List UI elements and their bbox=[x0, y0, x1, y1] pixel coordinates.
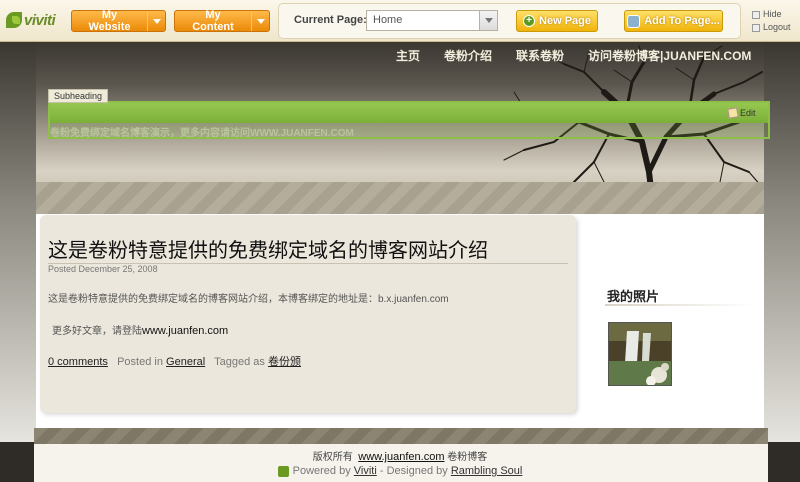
site-tagline: 卷粉免费绑定域名博客演示，更多内容请访问WWW.JUANFEN.COM bbox=[50, 128, 354, 139]
viviti-link[interactable]: Viviti bbox=[354, 465, 377, 477]
main-nav: 主页 卷粉介绍 联系卷粉 访问卷粉博客|JUANFEN.COM bbox=[396, 47, 751, 64]
category-link[interactable]: General bbox=[166, 356, 205, 368]
add-to-page-label: Add To Page... bbox=[644, 15, 720, 27]
hide-link[interactable]: Hide bbox=[752, 8, 791, 21]
comments-link[interactable]: 0 comments bbox=[48, 356, 108, 368]
footer-copyright: 版权所有 www.juanfen.com 卷粉博客 bbox=[0, 448, 800, 463]
leaf-icon bbox=[6, 12, 22, 28]
subheading-tab[interactable]: Subheading bbox=[48, 89, 109, 103]
logo-text: viviti bbox=[24, 11, 56, 29]
my-website-button[interactable]: My Website bbox=[71, 9, 166, 33]
new-page-button[interactable]: + New Page bbox=[516, 10, 598, 32]
edit-label: Edit bbox=[740, 108, 756, 118]
current-page-value: Home bbox=[373, 14, 403, 26]
edit-button[interactable]: Edit bbox=[727, 107, 756, 119]
post-title[interactable]: 这是卷粉特意提供的免费绑定域名的博客网站介绍 bbox=[48, 234, 488, 263]
post-meta: 0 comments Posted in General Tagged as 卷… bbox=[48, 353, 301, 369]
post-more-line: 更多好文章，请登陆www.juanfen.com bbox=[52, 322, 228, 337]
add-to-page-icon bbox=[627, 14, 641, 28]
account-links: Hide Logout bbox=[752, 8, 791, 34]
footer-site-link[interactable]: www.juanfen.com bbox=[358, 451, 444, 463]
nav-item-contact[interactable]: 联系卷粉 bbox=[516, 47, 564, 64]
pencil-icon bbox=[727, 107, 739, 119]
logout-icon bbox=[752, 23, 760, 32]
sidebar-divider bbox=[605, 304, 755, 306]
waterfall-photo[interactable] bbox=[608, 322, 672, 386]
posted-in-label: Posted in bbox=[117, 356, 163, 368]
left-backdrop bbox=[0, 42, 36, 442]
nav-item-blog[interactable]: 访问卷粉博客|JUANFEN.COM bbox=[588, 47, 751, 64]
viviti-icon bbox=[277, 465, 289, 477]
hide-icon bbox=[752, 10, 760, 19]
chevron-down-icon[interactable] bbox=[251, 11, 269, 31]
chevron-down-icon[interactable] bbox=[479, 11, 497, 30]
powered-by-label: Powered by bbox=[292, 465, 351, 477]
new-page-label: New Page bbox=[539, 15, 591, 27]
plus-icon: + bbox=[523, 15, 536, 27]
nav-item-about[interactable]: 卷粉介绍 bbox=[444, 47, 492, 64]
chevron-down-icon[interactable] bbox=[147, 11, 165, 31]
tagged-as-label: Tagged as bbox=[214, 356, 265, 368]
waterfall-image bbox=[609, 323, 671, 385]
designer-link[interactable]: Rambling Soul bbox=[451, 465, 523, 477]
post-more-link[interactable]: www.juanfen.com bbox=[142, 325, 228, 337]
copyright-prefix: 版权所有 bbox=[312, 452, 353, 463]
my-content-button[interactable]: My Content bbox=[174, 9, 270, 33]
nav-item-home[interactable]: 主页 bbox=[396, 47, 420, 64]
logout-link[interactable]: Logout bbox=[752, 21, 791, 34]
my-website-label: My Website bbox=[88, 9, 131, 33]
sidebar-heading: 我的照片 bbox=[607, 289, 660, 304]
footer-credits: Powered by Viviti - Designed by Rambling… bbox=[0, 465, 800, 477]
designed-by-label: - Designed by bbox=[379, 465, 448, 477]
footer-stripe bbox=[34, 428, 768, 444]
add-to-page-button[interactable]: Add To Page... bbox=[624, 10, 723, 32]
my-content-label: My Content bbox=[192, 9, 234, 33]
post-more-prefix: 更多好文章，请登陆 bbox=[52, 326, 142, 337]
current-page-label: Current Page: bbox=[294, 14, 367, 26]
post-body: 这是卷粉特意提供的免费绑定域名的博客网站介绍，本博客绑定的地址是：b.x.jua… bbox=[48, 294, 449, 305]
viviti-logo[interactable]: viviti bbox=[6, 8, 56, 32]
post-date: Posted December 25, 2008 bbox=[48, 264, 158, 274]
tag-link[interactable]: 卷份颁 bbox=[268, 356, 301, 368]
current-page-select[interactable]: Home bbox=[366, 10, 498, 31]
footer-site-name: 卷粉博客 bbox=[447, 452, 488, 463]
header-stripe bbox=[36, 182, 764, 214]
